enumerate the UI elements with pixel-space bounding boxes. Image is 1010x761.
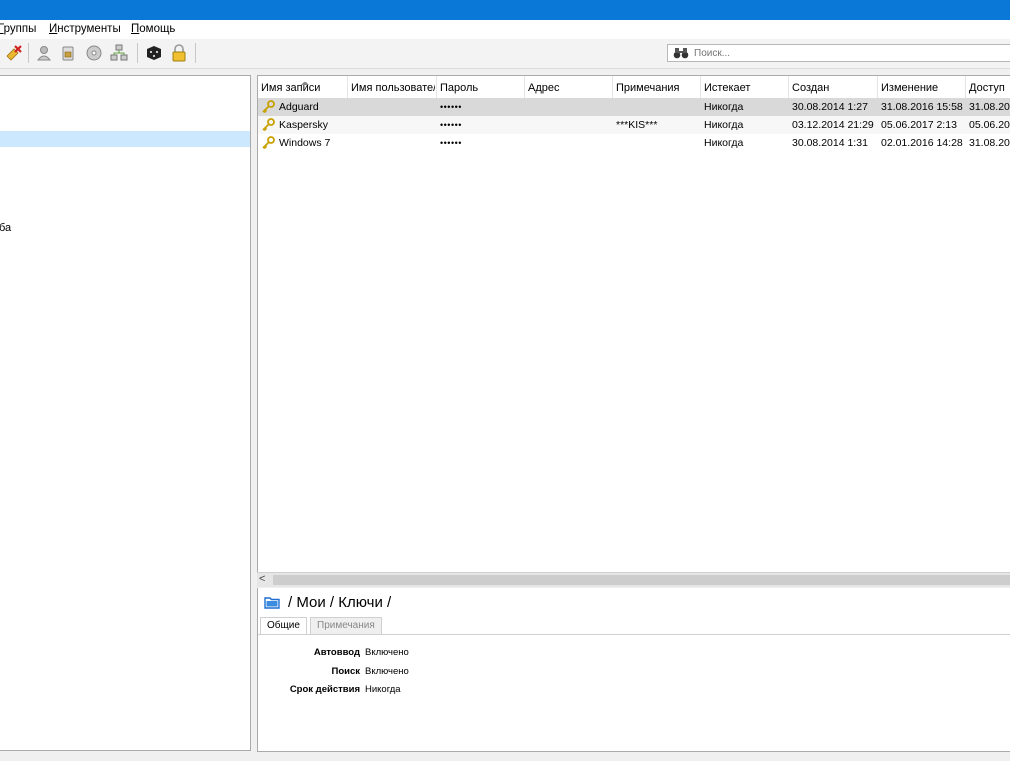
table-row[interactable]: Kaspersky •••••• ***KIS*** Никогда 03.12… (258, 116, 1010, 134)
property-value: Никогда (365, 684, 401, 695)
cell-expires: Никогда (704, 119, 744, 131)
column-url[interactable]: Адрес (528, 82, 612, 96)
scroll-left-button[interactable]: < (259, 573, 265, 585)
column-accessed[interactable]: Доступ (969, 82, 1010, 96)
menu-bar: Группы Инструменты Помощь (0, 20, 1010, 39)
dice-icon[interactable] (145, 44, 163, 62)
search-input[interactable] (694, 46, 994, 60)
cell-title: Windows 7 (279, 137, 331, 149)
property-value: Включено (365, 647, 409, 658)
cell-expires: Никогда (704, 137, 744, 149)
user-icon[interactable] (35, 44, 53, 62)
column-header: Имя записи Имя пользовате/ Пароль Адрес … (258, 76, 1010, 99)
column-title[interactable]: Имя записи (261, 82, 347, 96)
tab-notes[interactable]: Примечания (310, 617, 382, 635)
cell-title: Kaspersky (279, 119, 329, 131)
key-icon (261, 136, 275, 153)
cell-created: 03.12.2014 21:29 (792, 119, 874, 131)
cell-title: Adguard (279, 101, 319, 113)
search-box[interactable] (667, 44, 1010, 62)
column-password[interactable]: Пароль (440, 82, 524, 96)
group-tree[interactable]: ба (0, 75, 251, 751)
cell-modified: 05.06.2017 2:13 (881, 119, 957, 131)
column-created[interactable]: Создан (792, 82, 876, 96)
scrollbar-thumb[interactable] (273, 575, 1010, 585)
cell-accessed: 05.06.2017 (969, 119, 1010, 131)
property-value: Включено (365, 666, 409, 677)
cell-accessed: 31.08.2016 (969, 101, 1010, 113)
disk-icon[interactable] (85, 44, 103, 62)
cell-modified: 31.08.2016 15:58 (881, 101, 963, 113)
delete-entry-icon[interactable] (5, 44, 23, 62)
cell-password: •••••• (440, 102, 462, 112)
cell-password: •••••• (440, 120, 462, 130)
menu-tools[interactable]: Инструменты (49, 23, 121, 35)
cell-accessed: 31.08.2016 (969, 137, 1010, 149)
network-icon[interactable] (110, 44, 128, 62)
tab-divider (258, 634, 1010, 635)
lock-clipboard-icon[interactable] (59, 44, 77, 62)
cell-created: 30.08.2014 1:27 (792, 101, 868, 113)
entry-list[interactable]: Имя записи Имя пользовате/ Пароль Адрес … (257, 75, 1010, 586)
column-expires[interactable]: Истекает (704, 82, 788, 96)
folder-icon (264, 596, 280, 613)
menu-groups[interactable]: Группы (0, 23, 36, 35)
menu-help[interactable]: Помощь (131, 23, 175, 35)
key-icon (261, 118, 275, 135)
column-username[interactable]: Имя пользовате/ (351, 82, 435, 96)
tree-item[interactable]: ба (0, 222, 11, 234)
table-row[interactable]: Windows 7 •••••• Никогда 30.08.2014 1:31… (258, 134, 1010, 152)
title-bar (0, 0, 1010, 20)
column-notes[interactable]: Примечания (616, 82, 700, 96)
key-icon (261, 100, 275, 117)
cell-expires: Никогда (704, 101, 744, 113)
table-row[interactable]: Adguard •••••• Никогда 30.08.2014 1:27 3… (258, 98, 1010, 116)
tree-selected-item[interactable] (0, 131, 250, 147)
cell-created: 30.08.2014 1:31 (792, 137, 868, 149)
binoculars-icon (673, 47, 689, 62)
group-path: / Мои / Ключи / (264, 594, 391, 613)
padlock-icon[interactable] (170, 44, 188, 62)
tab-general[interactable]: Общие (260, 617, 307, 635)
group-path-text: / Мои / Ключи / (288, 594, 392, 611)
sort-ascending-icon (301, 82, 309, 85)
cell-notes: ***KIS*** (616, 119, 658, 131)
horizontal-scrollbar[interactable]: < (257, 572, 1010, 587)
cell-password: •••••• (440, 138, 462, 148)
cell-modified: 02.01.2016 14:28 (881, 137, 963, 149)
entry-details-panel: / Мои / Ключи / Общие Примечания Автовво… (257, 588, 1010, 752)
column-modified[interactable]: Изменение (881, 82, 965, 96)
